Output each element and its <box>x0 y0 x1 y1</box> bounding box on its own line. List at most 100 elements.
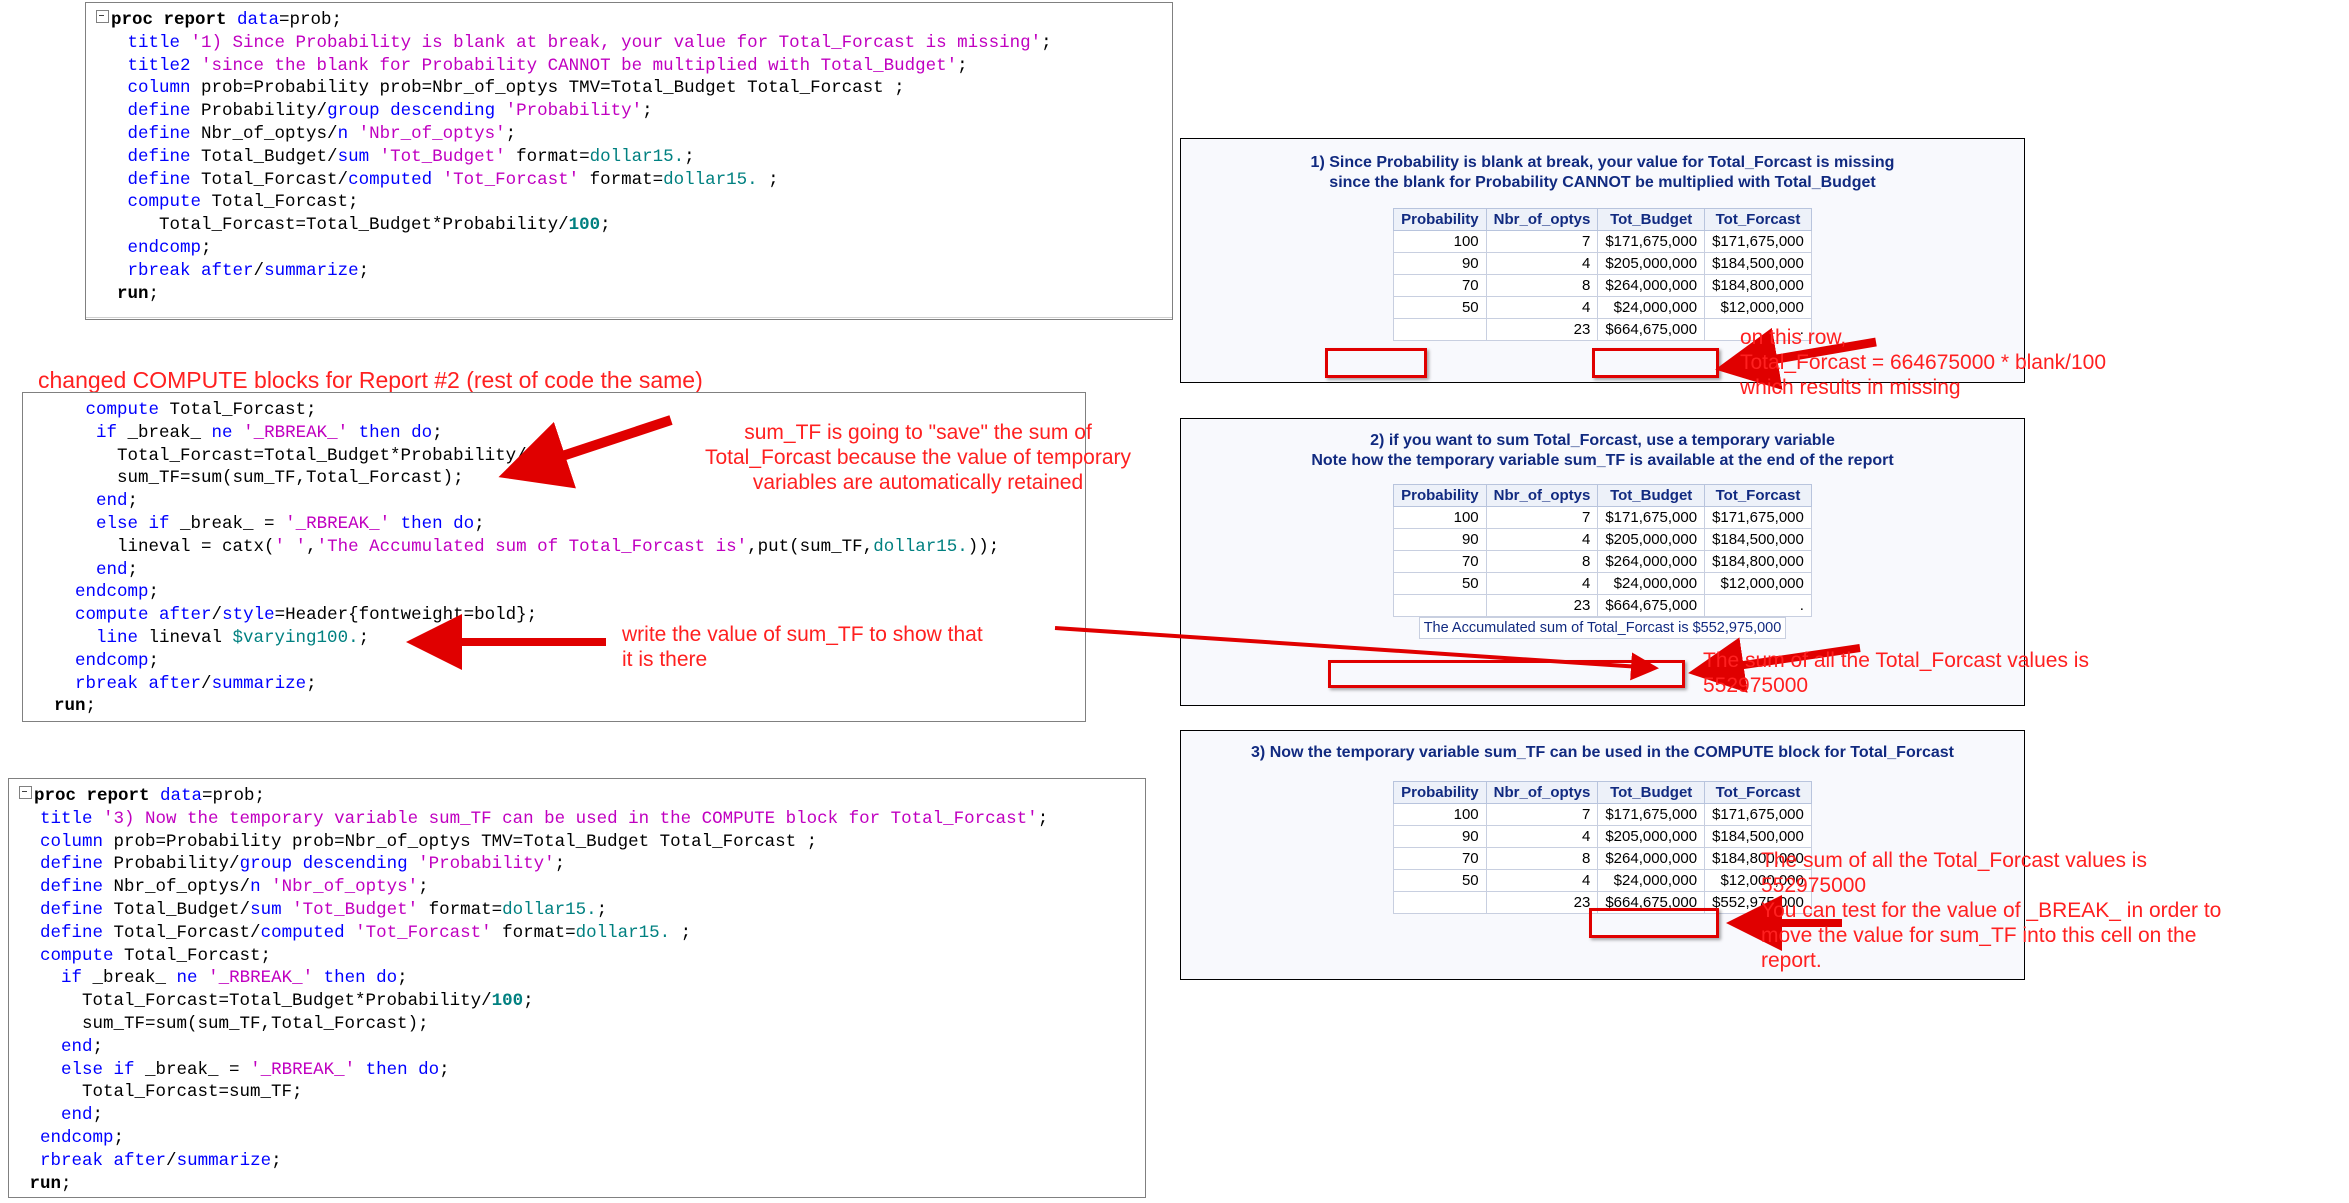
code-token: Total_Budget/ <box>113 899 251 920</box>
code-panel-proc-report-3[interactable]: proc report data=prob; title '3) Now the… <box>8 778 1146 1198</box>
collapse-toggle-icon[interactable] <box>19 786 32 799</box>
table-cell: 8 <box>1485 847 1599 870</box>
code-line: rbreak after/summarize; <box>33 673 1075 696</box>
table-cell: $184,500,000 <box>1704 825 1812 848</box>
table-cell: 4 <box>1485 296 1599 319</box>
code-panel-3-body: proc report data=prob; title '3) Now the… <box>9 779 1145 1203</box>
table-cell: $24,000,000 <box>1597 296 1706 319</box>
column-header: Tot_Forcast <box>1704 484 1812 507</box>
code-token: '_RBREAK_' <box>243 422 349 443</box>
code-token: ; <box>757 169 779 190</box>
table-row: 50 4 $24,000,000 $12,000,000 <box>1393 869 1812 892</box>
code-token: compute after <box>75 605 212 626</box>
code-token: 'Nbr_of_optys' <box>271 877 419 898</box>
code-line: define Total_Forcast/computed 'Tot_Forca… <box>96 169 1162 192</box>
arrow-to-line-lineval <box>406 614 606 670</box>
code-token: ; <box>523 991 534 1012</box>
code-token: / <box>166 1150 177 1171</box>
highlight-box-blank-probability <box>1325 348 1427 378</box>
code-token: lineval <box>148 627 233 648</box>
code-token: summarize <box>176 1150 272 1171</box>
code-token: ; <box>397 968 408 989</box>
code-line: else if _break_ = '_RBREAK_' then do; <box>33 513 1075 536</box>
code-token: Nbr_of_optys/ <box>201 123 338 144</box>
code-token: 'Nbr_of_optys' <box>358 123 506 144</box>
code-token: ; <box>684 146 695 167</box>
code-token: dollar15. <box>589 146 685 167</box>
table-cell: $205,000,000 <box>1597 825 1706 848</box>
code-token: run <box>29 1173 62 1194</box>
code-line: define Nbr_of_optys/n 'Nbr_of_optys'; <box>19 876 1135 899</box>
code-line: if _break_ ne '_RBREAK_' then do; <box>19 967 1135 990</box>
code-token: rbreak after <box>127 260 254 281</box>
code-token: ; <box>61 1173 72 1194</box>
table-cell: $205,000,000 <box>1597 528 1706 551</box>
table-cell: 50 <box>1393 869 1487 892</box>
code-line: rbreak after/summarize; <box>96 260 1162 283</box>
code-token: 'The Accumulated sum of Total_Forcast is… <box>316 536 748 557</box>
code-token: end <box>96 491 128 512</box>
column-header: Tot_Forcast <box>1704 781 1812 804</box>
column-header: Probability <box>1393 208 1487 231</box>
table-cell: $171,675,000 <box>1704 506 1812 529</box>
code-line: end; <box>33 559 1075 582</box>
code-line: title '1) Since Probability is blank at … <box>96 32 1162 55</box>
code-line: endcomp; <box>19 1127 1135 1150</box>
code-token: dollar15. <box>663 169 758 190</box>
table-row: 100 7 $171,675,000 $171,675,000 <box>1393 230 1812 253</box>
column-header: Nbr_of_optys <box>1485 208 1599 231</box>
code-token: ; <box>418 877 429 898</box>
code-token: title <box>40 808 104 829</box>
table-cell: 4 <box>1485 869 1599 892</box>
table-cell: $184,800,000 <box>1704 274 1812 297</box>
code-line: title2 'since the blank for Probability … <box>96 55 1162 78</box>
code-token: format= <box>418 899 503 920</box>
code-token: _break_ = <box>180 513 286 534</box>
highlight-box-sum-tf-cell <box>1589 908 1719 938</box>
code-line: column prob=Probability prob=Nbr_of_opty… <box>19 831 1135 854</box>
code-token: ; <box>148 283 160 304</box>
table-cell: 100 <box>1393 506 1487 529</box>
table-row: 90 4 $205,000,000 $184,500,000 <box>1393 252 1812 275</box>
table-cell: $171,675,000 <box>1704 230 1812 253</box>
code-token: ' ' <box>274 536 307 557</box>
code-line: endcomp; <box>96 237 1162 260</box>
column-header: Tot_Budget <box>1597 208 1706 231</box>
code-token: prob=Probability prob=Nbr_of_optys TMV=T… <box>113 831 818 852</box>
collapse-toggle-icon[interactable] <box>96 10 109 23</box>
code-token: 100 <box>491 991 524 1012</box>
table-cell: $184,500,000 <box>1704 252 1812 275</box>
code-token: 'since the blank for Probability CANNOT … <box>201 55 958 76</box>
panel-bottom-rule-1 <box>86 317 1172 319</box>
table-cell: 4 <box>1485 572 1599 595</box>
code-panel-proc-report-1[interactable]: proc report data=prob; title '1) Since P… <box>85 2 1173 320</box>
code-token: _break_ <box>92 968 177 989</box>
report-3-title-line-1: 3) Now the temporary variable sum_TF can… <box>1251 744 1954 761</box>
report-2-table: Probability Nbr_of_optys Tot_Budget Tot_For… <box>1393 484 1812 617</box>
code-token: endcomp <box>40 1127 114 1148</box>
table-cell: 50 <box>1393 296 1487 319</box>
table-cell: 70 <box>1393 274 1487 297</box>
code-token: define <box>40 922 114 943</box>
arrow-write-value-to-report <box>1054 626 1659 681</box>
code-token: Total_Forcast=Total_Budget*Probability/ <box>33 445 527 466</box>
table-summary-cell <box>1393 594 1487 617</box>
code-token: Total_Forcast=sum_TF; <box>19 1082 303 1103</box>
code-token: title <box>127 32 191 53</box>
code-token: sum <box>337 146 380 167</box>
code-token: summarize <box>211 673 307 694</box>
code-token: $varying100. <box>232 627 359 648</box>
code-line: Total_Forcast=sum_TF; <box>19 1081 1135 1104</box>
